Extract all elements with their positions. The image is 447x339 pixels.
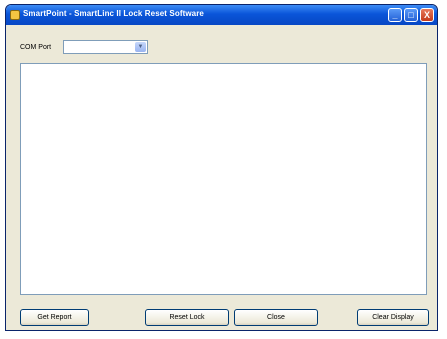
chevron-down-icon[interactable]: ▼ bbox=[135, 42, 146, 52]
close-button[interactable]: Close bbox=[234, 309, 318, 326]
window-title: SmartPoint - SmartLinc II Lock Reset Sof… bbox=[23, 9, 204, 18]
minimize-button[interactable]: _ bbox=[388, 8, 402, 22]
app-icon bbox=[10, 10, 20, 20]
clear-display-button[interactable]: Clear Display bbox=[357, 309, 429, 326]
com-port-select[interactable]: ▼ bbox=[63, 40, 148, 54]
get-report-button[interactable]: Get Report bbox=[20, 309, 89, 326]
reset-lock-button[interactable]: Reset Lock bbox=[145, 309, 229, 326]
app-window: SmartPoint - SmartLinc II Lock Reset Sof… bbox=[5, 4, 438, 331]
output-display[interactable] bbox=[20, 63, 427, 295]
com-port-label: COM Port bbox=[20, 44, 52, 51]
maximize-button[interactable]: □ bbox=[404, 8, 418, 22]
title-bar[interactable]: SmartPoint - SmartLinc II Lock Reset Sof… bbox=[6, 5, 437, 25]
close-window-button[interactable]: X bbox=[420, 8, 434, 22]
